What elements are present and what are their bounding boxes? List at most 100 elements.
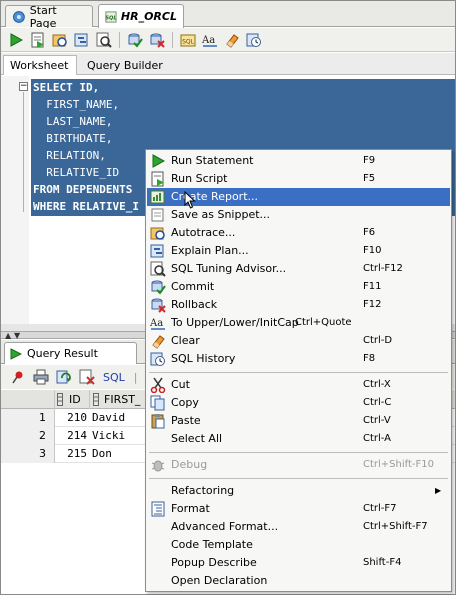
row-number: 3 bbox=[1, 445, 55, 463]
explain-plan-button[interactable] bbox=[73, 31, 91, 49]
collapse-up-icon[interactable]: ▲ bbox=[5, 332, 11, 340]
commit-icon bbox=[128, 33, 143, 48]
column-header-id[interactable]: ID bbox=[55, 390, 90, 409]
menu-item-shortcut: Ctrl-A bbox=[363, 433, 392, 444]
print-button[interactable] bbox=[32, 368, 50, 386]
menu-separator bbox=[149, 372, 448, 373]
history-icon bbox=[150, 352, 165, 366]
sql-line: LAST_NAME, bbox=[33, 115, 113, 128]
rollback-button[interactable] bbox=[148, 31, 166, 49]
menu-item-label: Select All bbox=[171, 432, 223, 445]
menu-item-refactoring[interactable]: Refactoring ▶ bbox=[147, 482, 450, 500]
menu-item-shortcut: F6 bbox=[363, 227, 376, 238]
autotrace-button[interactable] bbox=[51, 31, 69, 49]
menu-item-create-report[interactable]: Create Report... bbox=[147, 188, 450, 209]
cell-first-name[interactable]: David bbox=[90, 409, 150, 427]
menu-item-shortcut: Ctrl+Shift-F7 bbox=[363, 521, 428, 532]
run-statement-button[interactable] bbox=[7, 31, 25, 49]
menu-item-label: SQL History bbox=[171, 352, 236, 365]
menu-item-debug[interactable]: Debug Ctrl+Shift-F10 bbox=[147, 456, 450, 474]
menu-item-open-declaration[interactable]: Open Declaration bbox=[147, 572, 450, 590]
menu-item-paste[interactable]: Paste Ctrl-V bbox=[147, 412, 450, 430]
tuning-advisor-icon bbox=[150, 261, 166, 277]
menu-item-label: Copy bbox=[171, 396, 199, 409]
menu-item-code-template[interactable]: Code Template bbox=[147, 536, 450, 554]
editor-gutter: − bbox=[1, 76, 29, 331]
menu-item-shortcut: Ctrl-D bbox=[363, 335, 393, 346]
menu-item-format[interactable]: Format Ctrl-F7 bbox=[147, 500, 450, 518]
menu-item-clear[interactable]: Clear Ctrl-D bbox=[147, 332, 450, 350]
menu-item-select-all[interactable]: Select All Ctrl-A bbox=[147, 430, 450, 448]
query-result-icon bbox=[10, 347, 22, 360]
tab-query-result[interactable]: Query Result bbox=[4, 342, 137, 364]
tab-worksheet-label: Worksheet bbox=[10, 59, 69, 72]
column-header-id-label: ID bbox=[69, 393, 81, 406]
menu-item-autotrace[interactable]: Autotrace... F6 bbox=[147, 224, 450, 242]
tab-hr-orcl[interactable]: SQL HR_ORCL bbox=[98, 4, 184, 28]
snippet-icon bbox=[151, 208, 164, 222]
case-icon: Aa bbox=[201, 35, 217, 47]
toolbar-separator bbox=[172, 31, 173, 48]
eraser-icon bbox=[152, 335, 165, 349]
menu-item-shortcut: Ctrl+Shift-F10 bbox=[363, 459, 434, 470]
menu-item-cut[interactable]: Cut Ctrl-X bbox=[147, 376, 450, 394]
refresh-icon bbox=[56, 370, 71, 384]
menu-item-label: Cut bbox=[171, 378, 190, 391]
menu-item-shortcut: F11 bbox=[363, 281, 382, 292]
menu-item-shortcut: F12 bbox=[363, 299, 382, 310]
run-icon bbox=[10, 32, 23, 47]
rollback-icon bbox=[150, 33, 165, 48]
cancel-query-button[interactable] bbox=[78, 368, 96, 386]
tab-query-builder[interactable]: Query Builder bbox=[81, 55, 169, 75]
cell-first-name[interactable]: Don bbox=[90, 445, 150, 463]
tab-worksheet[interactable]: Worksheet bbox=[3, 55, 77, 75]
worksheet-toolbar: SQL Aa bbox=[1, 28, 455, 52]
menu-item-shortcut: Ctrl+Quote bbox=[295, 317, 352, 328]
sql-line: RELATIVE_ID bbox=[33, 166, 120, 179]
menu-item-rollback[interactable]: Rollback F12 bbox=[147, 296, 450, 314]
menu-item-explain-plan[interactable]: Explain Plan... F10 bbox=[147, 242, 450, 260]
tuning-advisor-button[interactable] bbox=[95, 31, 113, 49]
menu-item-run-statement[interactable]: Run Statement F9 bbox=[147, 152, 450, 170]
menu-item-commit[interactable]: Commit F11 bbox=[147, 278, 450, 296]
cell-first-name[interactable]: Vicki bbox=[90, 427, 150, 445]
cell-id[interactable]: 215 bbox=[55, 445, 89, 463]
sql-line: FROM DEPENDENTS bbox=[33, 183, 133, 196]
menu-item-shortcut: F5 bbox=[363, 173, 376, 184]
tab-start-page[interactable]: Start Page bbox=[5, 4, 93, 30]
start-page-icon bbox=[12, 10, 25, 23]
menu-item-run-script[interactable]: Run Script F5 bbox=[147, 170, 450, 188]
menu-item-advanced-format[interactable]: Advanced Format... Ctrl+Shift-F7 bbox=[147, 518, 450, 536]
menu-item-shortcut: F8 bbox=[363, 353, 376, 364]
menu-item-label: Autotrace... bbox=[171, 226, 236, 239]
submenu-arrow-icon: ▶ bbox=[435, 486, 442, 495]
menu-item-popup-describe[interactable]: Popup Describe Shift-F4 bbox=[147, 554, 450, 572]
menu-item-case-toggle[interactable]: Aa To Upper/Lower/InitCap Ctrl+Quote bbox=[147, 314, 450, 332]
menu-item-shortcut: Ctrl-V bbox=[363, 415, 391, 426]
menu-item-label: Clear bbox=[171, 334, 200, 347]
refresh-button[interactable] bbox=[55, 368, 73, 386]
case-toggle-button[interactable]: Aa bbox=[201, 31, 219, 49]
cell-id[interactable]: 214 bbox=[55, 427, 89, 445]
collapse-down-icon[interactable]: ▼ bbox=[14, 332, 20, 340]
menu-item-sql-history[interactable]: SQL History F8 bbox=[147, 350, 450, 368]
clear-button[interactable] bbox=[223, 31, 241, 49]
svg-text:SQL: SQL bbox=[105, 15, 116, 21]
column-header-first-name[interactable]: FIRST_ bbox=[90, 390, 150, 409]
cell-id[interactable]: 210 bbox=[55, 409, 89, 427]
sql-snippet-button[interactable]: SQL bbox=[179, 31, 197, 49]
commit-button[interactable] bbox=[126, 31, 144, 49]
sql-link[interactable]: SQL bbox=[103, 371, 125, 384]
column-type-icon bbox=[57, 393, 63, 406]
menu-item-label: Popup Describe bbox=[171, 556, 257, 569]
menu-item-shortcut: Shift-F4 bbox=[363, 557, 402, 568]
menu-item-sql-tuning-advisor[interactable]: SQL Tuning Advisor... Ctrl-F12 bbox=[147, 260, 450, 278]
run-script-button[interactable] bbox=[29, 31, 47, 49]
menu-item-save-snippet[interactable]: Save as Snippet... bbox=[147, 206, 450, 224]
sql-line: WHERE RELATIVE_I bbox=[33, 200, 139, 213]
sql-history-button[interactable] bbox=[245, 31, 263, 49]
menu-item-copy[interactable]: Copy Ctrl-C bbox=[147, 394, 450, 412]
paste-icon bbox=[151, 414, 165, 429]
pin-button[interactable] bbox=[9, 368, 27, 386]
fold-toggle[interactable]: − bbox=[19, 82, 28, 91]
